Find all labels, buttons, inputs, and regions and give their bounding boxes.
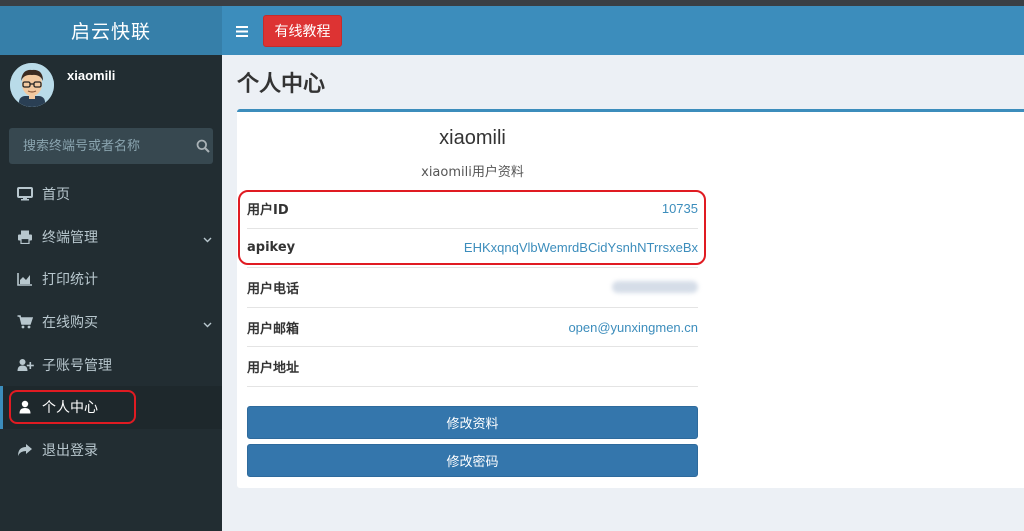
sidebar-item-label: 打印统计 <box>42 272 98 289</box>
sidebar-item-label: 在线购买 <box>42 315 98 332</box>
sidebar: 启云快联 xiaomili 首页 <box>0 6 222 531</box>
sidebar-search <box>9 128 213 164</box>
edit-profile-button[interactable]: 修改资料 <box>247 406 698 439</box>
sidebar-item-print-stats[interactable]: 打印统计 <box>0 258 222 301</box>
search-icon[interactable] <box>193 128 213 164</box>
top-header: 有线教程 <box>222 6 1024 55</box>
info-row-address: 用户地址 <box>247 347 698 387</box>
info-value-phone-redacted <box>612 281 698 294</box>
user-panel: xiaomili <box>0 55 222 120</box>
info-value-email[interactable]: open@yunxingmen.cn <box>568 320 698 335</box>
share-arrow-icon <box>16 441 34 459</box>
sidebar-item-home[interactable]: 首页 <box>0 173 222 216</box>
area-chart-icon <box>16 270 34 288</box>
sidebar-item-label: 子账号管理 <box>42 357 112 374</box>
highlight-id-apikey <box>238 190 706 265</box>
desktop-icon <box>16 185 34 203</box>
sidebar-item-logout[interactable]: 退出登录 <box>0 429 222 472</box>
info-row-email: 用户邮箱 open@yunxingmen.cn <box>247 308 698 348</box>
cart-icon <box>16 313 34 331</box>
sidebar-item-terminals[interactable]: 终端管理 <box>0 216 222 259</box>
info-row-phone: 用户电话 <box>247 268 698 308</box>
page-title: 个人中心 <box>237 72 326 97</box>
sidebar-item-label: 退出登录 <box>42 442 98 459</box>
sidebar-item-purchase[interactable]: 在线购买 <box>0 301 222 344</box>
info-label: 用户电话 <box>247 281 300 297</box>
chevron-down-icon <box>203 231 212 247</box>
search-input[interactable] <box>9 128 193 164</box>
chevron-down-icon <box>203 316 212 332</box>
menu-toggle-icon[interactable] <box>236 22 248 41</box>
profile-name: xiaomili <box>439 127 506 149</box>
user-plus-icon <box>16 356 34 374</box>
avatar-illustration-icon <box>10 63 54 107</box>
profile-subtitle: xiaomili用户资料 <box>421 165 524 180</box>
sidebar-menu: 首页 终端管理 打印统计 在线购买 子账号管理 个人中心 退出登录 <box>0 173 222 471</box>
avatar <box>10 63 54 107</box>
app-logo[interactable]: 启云快联 <box>0 6 222 55</box>
tutorial-button[interactable]: 有线教程 <box>263 15 342 47</box>
info-label: 用户邮箱 <box>247 321 300 337</box>
sidebar-user-name: xiaomili <box>67 68 116 83</box>
sidebar-item-sub-accounts[interactable]: 子账号管理 <box>0 343 222 386</box>
info-label: 用户地址 <box>247 361 300 377</box>
sidebar-item-label: 首页 <box>42 187 70 204</box>
printer-icon <box>16 228 34 246</box>
highlight-sidebar-profile <box>9 390 136 424</box>
change-password-button[interactable]: 修改密码 <box>247 444 698 477</box>
sidebar-item-label: 终端管理 <box>42 229 98 246</box>
